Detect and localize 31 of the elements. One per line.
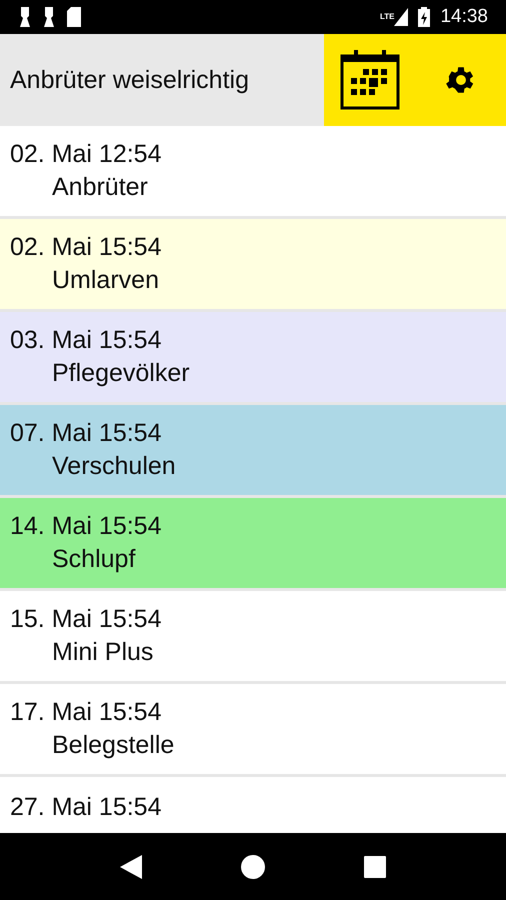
network-label: LTE	[380, 12, 394, 21]
event-row[interactable]: 07. Mai 15:54 Verschulen	[0, 405, 506, 498]
event-date: 02. Mai 12:54	[10, 139, 162, 170]
screen-title: Anbrüter weiselrichtig	[10, 66, 249, 94]
event-name: Umlarven	[51, 265, 160, 296]
event-name: Anbrüter	[51, 172, 149, 203]
event-name: Belegstelle	[51, 730, 176, 761]
event-date: 14. Mai 15:54	[10, 511, 162, 542]
event-name: Verschulen	[51, 451, 177, 482]
event-date: 07. Mai 15:54	[10, 418, 162, 449]
signal-icon	[394, 8, 408, 26]
event-date: 03. Mai 15:54	[10, 325, 162, 356]
event-row[interactable]: 02. Mai 15:54 Umlarven	[0, 219, 506, 312]
event-name: Schlupf	[51, 544, 136, 575]
clock: 14:38	[440, 6, 488, 28]
home-icon[interactable]	[240, 854, 265, 878]
sd-card-icon	[66, 7, 82, 27]
event-date: 17. Mai 15:54	[10, 697, 162, 728]
event-row[interactable]: 03. Mai 15:54 Pflegevölker	[0, 312, 506, 405]
event-row[interactable]: 14. Mai 15:54 Schlupf	[0, 498, 506, 591]
notification-icon	[18, 7, 32, 27]
event-name: Pflegevölker	[51, 358, 191, 389]
calendar-icon	[339, 49, 401, 111]
battery-icon	[418, 7, 430, 27]
event-date: 15. Mai 15:54	[10, 604, 162, 635]
event-name: Mini Plus	[51, 637, 154, 668]
event-date: 27. Mai 15:54	[10, 792, 162, 823]
event-date: 02. Mai 15:54	[10, 232, 162, 263]
notification-icon	[42, 7, 56, 27]
recents-icon[interactable]	[364, 856, 386, 878]
back-icon[interactable]	[120, 854, 142, 878]
